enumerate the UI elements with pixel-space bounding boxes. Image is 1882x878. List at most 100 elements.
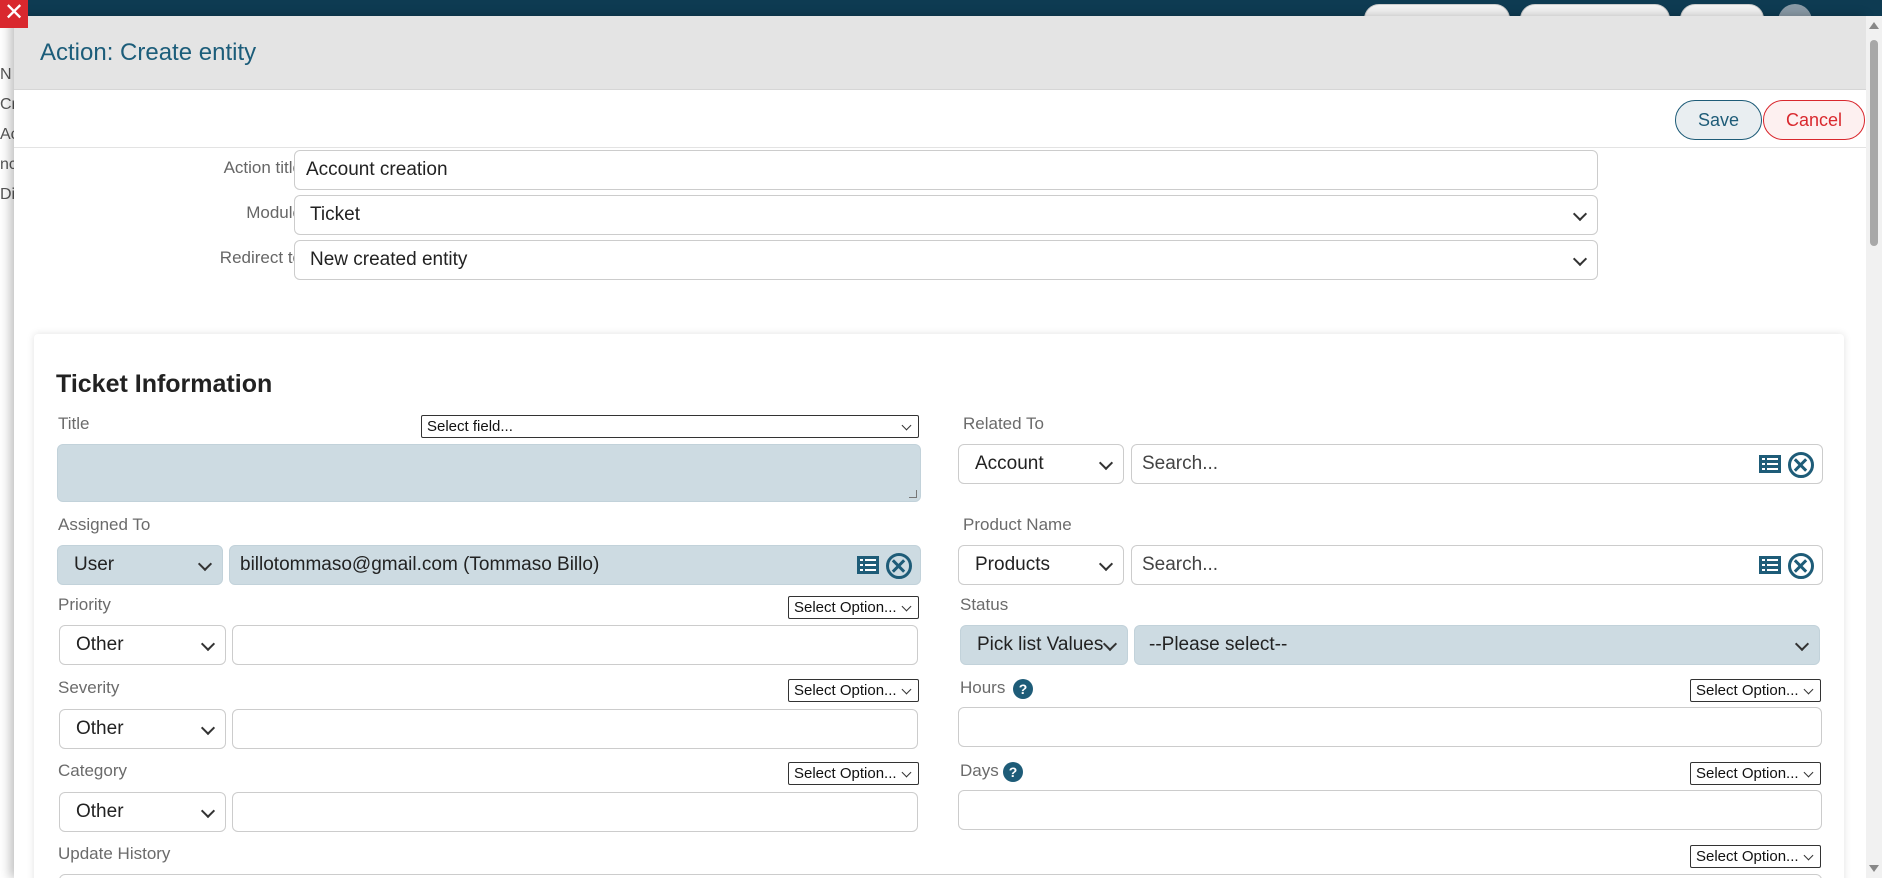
severity-type-select[interactable]: Other xyxy=(59,709,226,749)
status-type-select[interactable]: Pick list Values xyxy=(960,625,1128,665)
clear-icon[interactable] xyxy=(886,553,912,579)
background-sidebar-fragments: N Cr Ac nc Di xyxy=(0,60,14,210)
scroll-down-icon[interactable] xyxy=(1869,865,1879,872)
severity-option-select[interactable]: Select Option... xyxy=(788,679,919,702)
action-title-row: Action title Account creation xyxy=(14,150,1614,190)
title-textarea[interactable] xyxy=(57,444,921,502)
background-fragment: N xyxy=(0,66,12,83)
action-title-label: Action title xyxy=(223,158,302,177)
close-icon[interactable]: ✕ xyxy=(0,0,28,28)
chevron-down-icon xyxy=(200,636,216,652)
list-icon[interactable] xyxy=(857,556,879,574)
priority-input[interactable] xyxy=(232,625,918,665)
list-icon[interactable] xyxy=(1759,556,1781,574)
chevron-down-icon xyxy=(901,601,912,612)
background-fragment: Cr xyxy=(0,96,14,113)
assigned-to-value: billotommaso@gmail.com (Tommaso Billo) xyxy=(240,554,600,575)
status-type-value: Pick list Values xyxy=(977,634,1104,655)
related-to-label: Related To xyxy=(963,414,1044,433)
vertical-scrollbar[interactable] xyxy=(1866,16,1882,878)
assigned-to-type-select[interactable]: User xyxy=(57,545,223,585)
redirect-value: New created entity xyxy=(310,249,468,270)
category-label: Category xyxy=(58,761,127,780)
modal-header: Action: Create entity xyxy=(14,16,1868,90)
status-value: --Please select-- xyxy=(1149,634,1288,655)
assigned-to-type-value: User xyxy=(74,554,115,575)
related-to-type-select[interactable]: Account xyxy=(958,444,1124,484)
update-history-option-value: Select Option... xyxy=(1696,848,1799,865)
chevron-down-icon xyxy=(1098,455,1114,471)
category-option-value: Select Option... xyxy=(794,765,897,782)
update-history-label: Update History xyxy=(58,844,171,863)
module-select[interactable]: Ticket xyxy=(294,195,1598,235)
severity-label: Severity xyxy=(58,678,120,697)
chevron-down-icon xyxy=(901,684,912,695)
chevron-down-icon xyxy=(1794,636,1810,652)
related-to-search-placeholder: Search... xyxy=(1142,453,1219,474)
chevron-down-icon xyxy=(1098,556,1114,572)
days-input[interactable] xyxy=(958,790,1822,830)
product-name-label: Product Name xyxy=(963,515,1072,534)
product-name-search-placeholder: Search... xyxy=(1142,554,1219,575)
module-value: Ticket xyxy=(310,204,360,225)
priority-type-select[interactable]: Other xyxy=(59,625,226,665)
product-name-search-input[interactable]: Search... xyxy=(1131,545,1823,585)
chevron-down-icon xyxy=(1803,767,1814,778)
background-fragment: nc xyxy=(0,156,14,173)
clear-icon[interactable] xyxy=(1788,452,1814,478)
severity-type-value: Other xyxy=(76,718,124,739)
days-option-select[interactable]: Select Option... xyxy=(1690,762,1821,785)
hours-input[interactable] xyxy=(958,707,1822,747)
clear-icon[interactable] xyxy=(1788,553,1814,579)
category-type-select[interactable]: Other xyxy=(59,792,226,832)
help-icon[interactable]: ? xyxy=(1003,762,1023,782)
category-input[interactable] xyxy=(232,792,918,832)
modal-toolbar: Save Cancel xyxy=(14,90,1868,148)
chevron-down-icon xyxy=(901,420,912,431)
days-option-value: Select Option... xyxy=(1696,765,1799,782)
scroll-up-icon[interactable] xyxy=(1869,22,1879,29)
severity-input[interactable] xyxy=(232,709,918,749)
create-entity-modal: Action: Create entity Save Cancel Action… xyxy=(14,16,1868,878)
status-select[interactable]: --Please select-- xyxy=(1134,625,1820,665)
priority-type-value: Other xyxy=(76,634,124,655)
priority-label: Priority xyxy=(58,595,111,614)
assigned-to-input[interactable]: billotommaso@gmail.com (Tommaso Billo) xyxy=(229,545,921,585)
redirect-select[interactable]: New created entity xyxy=(294,240,1598,280)
background-fragment: Ac xyxy=(0,126,14,143)
hours-option-select[interactable]: Select Option... xyxy=(1690,679,1821,702)
chevron-down-icon xyxy=(1803,850,1814,861)
update-history-input[interactable] xyxy=(59,874,1822,878)
days-label: Days xyxy=(960,761,999,780)
redirect-row: Redirect to New created entity xyxy=(14,240,1614,280)
related-to-search-input[interactable]: Search... xyxy=(1131,444,1823,484)
help-icon[interactable]: ? xyxy=(1013,679,1033,699)
scrollbar-thumb[interactable] xyxy=(1870,40,1878,246)
chevron-down-icon xyxy=(200,720,216,736)
hours-label: Hours xyxy=(960,678,1006,697)
cancel-button[interactable]: Cancel xyxy=(1763,100,1866,140)
title-field-select[interactable]: Select field... xyxy=(421,415,919,438)
chevron-down-icon xyxy=(1572,251,1588,267)
severity-option-value: Select Option... xyxy=(794,682,897,699)
chevron-down-icon xyxy=(1572,206,1588,222)
redirect-label: Redirect to xyxy=(219,248,302,267)
priority-option-select[interactable]: Select Option... xyxy=(788,596,919,619)
product-name-type-value: Products xyxy=(975,554,1050,575)
list-icon[interactable] xyxy=(1759,455,1781,473)
chevron-down-icon xyxy=(1803,684,1814,695)
category-option-select[interactable]: Select Option... xyxy=(788,762,919,785)
chevron-down-icon xyxy=(197,556,213,572)
save-button[interactable]: Save xyxy=(1675,100,1763,140)
title-label: Title xyxy=(58,414,90,433)
card-title: Ticket Information xyxy=(56,370,273,398)
product-name-type-select[interactable]: Products xyxy=(958,545,1124,585)
background-fragment: Di xyxy=(0,186,14,203)
module-row: Module Ticket xyxy=(14,195,1614,235)
action-title-input[interactable]: Account creation xyxy=(294,150,1598,190)
resize-handle-icon[interactable] xyxy=(909,490,917,498)
ticket-information-card: Ticket Information Title Select field...… xyxy=(34,334,1844,878)
assigned-to-label: Assigned To xyxy=(58,515,151,534)
update-history-option-select[interactable]: Select Option... xyxy=(1690,845,1821,868)
category-type-value: Other xyxy=(76,801,124,822)
